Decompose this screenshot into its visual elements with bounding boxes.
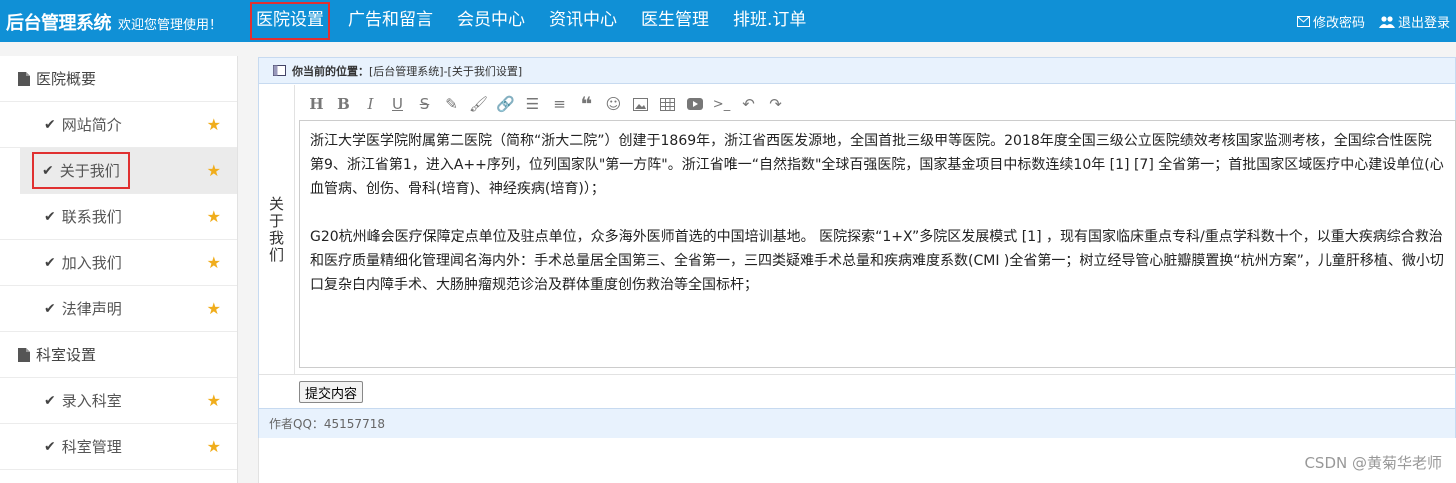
check-icon: ✔	[44, 116, 56, 133]
star-icon: ★	[206, 299, 221, 318]
bold-icon[interactable]: B	[330, 92, 357, 116]
sidebar-item-about-us[interactable]: ✔ 关于我们 ★	[20, 148, 237, 194]
welcome-text: 欢迎您管理使用！	[118, 18, 223, 33]
submit-button[interactable]: 提交内容	[299, 381, 364, 403]
sidebar-group-department-settings[interactable]: 科室设置	[0, 332, 237, 378]
file-icon	[18, 347, 30, 362]
brush-icon[interactable]: 🖌	[465, 92, 492, 116]
star-icon: ★	[206, 115, 221, 134]
table-icon[interactable]	[654, 92, 681, 116]
check-icon: ✔	[44, 208, 56, 225]
nav-member-center[interactable]: 会员中心	[445, 0, 537, 42]
sidebar-item-manage-department[interactable]: ✔ 科室管理 ★	[0, 424, 237, 470]
window-icon	[273, 65, 286, 76]
change-password-label: 修改密码	[1312, 16, 1365, 31]
nav-news-center[interactable]: 资讯中心	[537, 0, 629, 42]
video-icon[interactable]	[681, 92, 708, 116]
nav-ads-messages[interactable]: 广告和留言	[336, 0, 445, 42]
sidebar-item-label: 法律声明	[61, 300, 122, 318]
content-panel: 你当前的位置： [后台管理系统]-[关于我们设置] 关于我们 H B I U S …	[258, 57, 1456, 438]
pen-icon[interactable]: ✎	[438, 92, 465, 116]
emoji-icon[interactable]: ☺	[600, 92, 627, 116]
content-bottom-area	[258, 438, 1456, 483]
sidebar-group-hospital-overview[interactable]: 医院概要	[0, 56, 237, 102]
location-label: 你当前的位置：	[292, 64, 369, 78]
field-label-cell: 关于我们	[259, 85, 295, 374]
check-icon: ✔	[44, 254, 56, 271]
sidebar-item-legal[interactable]: ✔ 法律声明 ★	[0, 286, 237, 332]
field-label: 关于我们	[267, 195, 285, 264]
envelope-icon	[1296, 16, 1310, 27]
sidebar-group-label: 科室设置	[36, 345, 97, 364]
link-icon[interactable]: 🔗	[492, 92, 519, 116]
image-icon[interactable]	[627, 92, 654, 116]
sidebar-item-join-us[interactable]: ✔ 加入我们 ★	[0, 240, 237, 286]
logout-label: 退出登录	[1397, 16, 1450, 31]
sidebar: 医院概要 ✔ 网站简介 ★ ✔ 关于我们 ★ ✔ 联系我们 ★ ✔ 加入我们 ★ ✔ 法律…	[0, 56, 238, 483]
undo-icon[interactable]: ↶	[735, 92, 762, 116]
nav-hospital-settings[interactable]: 医院设置	[248, 0, 332, 42]
top-navbar: 后台管理系统 欢迎您管理使用！ 医院设置 广告和留言 会员中心 资讯中心 医生管…	[0, 0, 1456, 42]
submit-row: 提交内容	[259, 374, 1455, 408]
code-icon[interactable]: >_	[708, 92, 735, 116]
sidebar-item-label: 关于我们	[59, 162, 120, 180]
sidebar-item-add-department[interactable]: ✔ 录入科室 ★	[0, 378, 237, 424]
check-icon: ✔	[44, 300, 56, 317]
sidebar-item-label: 录入科室	[61, 392, 122, 410]
quote-icon[interactable]: ❝	[573, 92, 600, 116]
editor-toolbar: H B I U S ✎ 🖌 🔗 ☰ ≡ ❝ ☺ >_ ↶ ↷	[303, 92, 789, 116]
breadcrumb: 你当前的位置： [后台管理系统]-[关于我们设置]	[259, 58, 1455, 84]
nav-schedule-orders[interactable]: 排班.订单	[721, 0, 818, 42]
check-icon: ✔	[44, 392, 56, 409]
star-icon: ★	[206, 161, 221, 180]
logout-link[interactable]: 退出登录	[1378, 12, 1450, 31]
change-password-link[interactable]: 修改密码	[1296, 12, 1365, 31]
sidebar-group-label: 医院概要	[36, 69, 97, 88]
star-icon: ★	[206, 391, 221, 410]
sidebar-item-label: 网站简介	[61, 116, 122, 134]
sidebar-item-label: 加入我们	[61, 254, 122, 272]
top-right-actions: 修改密码 退出登录	[1296, 12, 1450, 31]
star-icon: ★	[206, 207, 221, 226]
italic-icon[interactable]: I	[357, 92, 384, 116]
strikethrough-icon[interactable]: S	[411, 92, 438, 116]
watermark: CSDN @黄菊华老师	[1304, 454, 1442, 472]
sidebar-item-label: 联系我们	[61, 208, 122, 226]
sidebar-item-label: 科室管理	[61, 438, 122, 456]
users-icon	[1378, 15, 1395, 28]
main-nav: 医院设置 广告和留言 会员中心 资讯中心 医生管理 排班.订单	[248, 0, 818, 42]
location-path: [后台管理系统]-[关于我们设置]	[369, 64, 523, 78]
underline-icon[interactable]: U	[384, 92, 411, 116]
file-icon	[18, 71, 30, 86]
sidebar-item-site-intro[interactable]: ✔ 网站简介 ★	[0, 102, 237, 148]
heading-icon[interactable]: H	[303, 92, 330, 116]
star-icon: ★	[206, 253, 221, 272]
align-left-icon[interactable]: ≡	[546, 92, 573, 116]
check-icon: ✔	[44, 438, 56, 455]
brand-title: 后台管理系统	[6, 13, 112, 34]
rich-text-editor[interactable]: 浙江大学医学院附属第二医院（简称“浙大二院”）创建于1869年，浙江省西医发源地…	[299, 120, 1456, 368]
editor-paragraph: 浙江大学医学院附属第二医院（简称“浙大二院”）创建于1869年，浙江省西医发源地…	[310, 133, 1444, 197]
redo-icon[interactable]: ↷	[762, 92, 789, 116]
editor-paragraph: G20杭州峰会医疗保障定点单位及驻点单位，众多海外医师首选的中国培训基地。 医院…	[310, 229, 1444, 293]
check-icon: ✔	[42, 162, 54, 179]
nav-doctor-management[interactable]: 医生管理	[629, 0, 721, 42]
sidebar-item-contact-us[interactable]: ✔ 联系我们 ★	[0, 194, 237, 240]
star-icon: ★	[206, 437, 221, 456]
author-qq: 作者QQ：45157718	[259, 408, 1455, 438]
bulleted-list-icon[interactable]: ☰	[519, 92, 546, 116]
